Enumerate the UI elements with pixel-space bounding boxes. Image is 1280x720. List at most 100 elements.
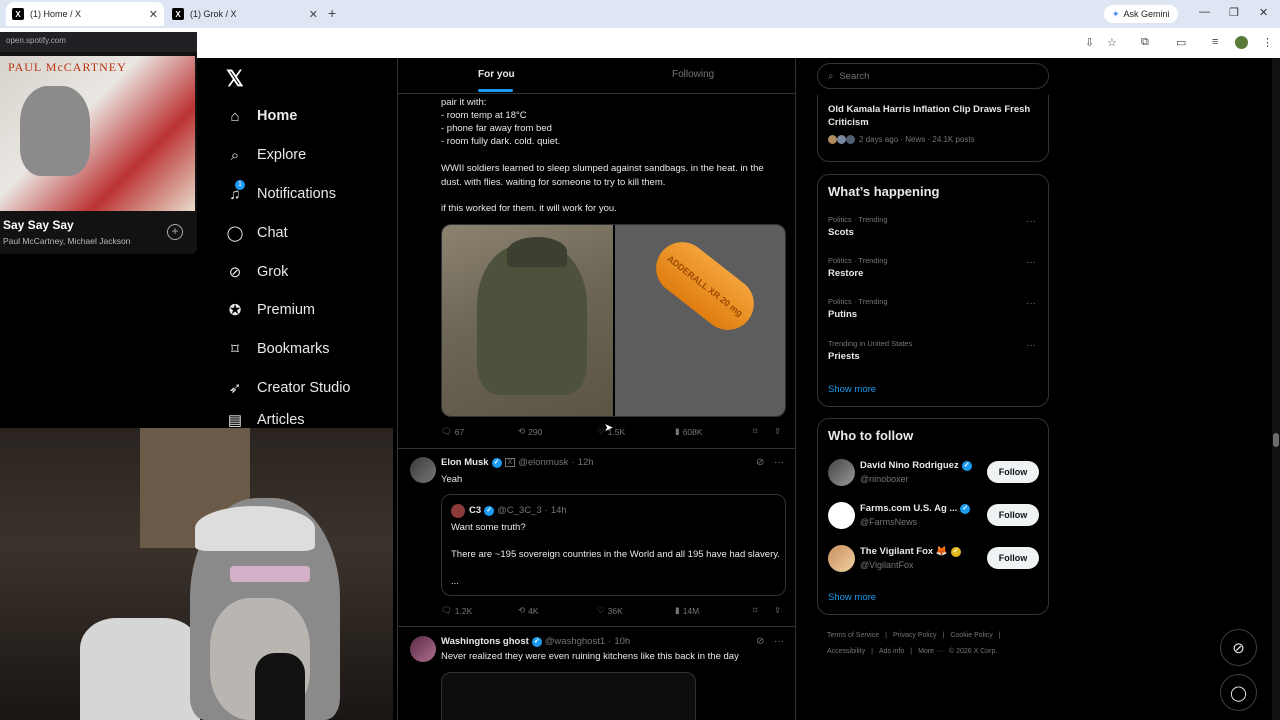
avatar[interactable] [828, 545, 855, 572]
suggested-user-name[interactable]: David Nino Rodriguez ✓ [860, 460, 972, 471]
like-button[interactable]: ♡ 36K [597, 605, 623, 616]
nav-home[interactable]: ⌂ Home [226, 101, 297, 131]
show-more-link[interactable]: Show more [828, 384, 876, 395]
verified-icon: ✓ [531, 636, 542, 647]
footer-link[interactable]: Privacy Policy [893, 632, 937, 639]
extensions-icon[interactable]: ⧉ [1141, 36, 1149, 49]
avatar[interactable] [828, 459, 855, 486]
tab-home-x[interactable]: X (1) Home / X ✕ [6, 2, 164, 26]
star-icon[interactable]: ☆ [1107, 36, 1117, 49]
restore-icon[interactable]: ❐ [1229, 6, 1239, 19]
nav-explore[interactable]: ⌕ Explore [226, 140, 306, 170]
footer-link[interactable]: Terms of Service [827, 632, 879, 639]
more-icon[interactable]: ··· [1026, 216, 1036, 227]
scrollbar-thumb[interactable] [1273, 433, 1279, 447]
quoted-post[interactable]: C3 ✓ @C_3C_3 · 14h Want some truth? Ther… [441, 494, 786, 596]
nav-label: Home [257, 108, 298, 124]
share-button[interactable]: ⇪ [774, 426, 781, 437]
footer-link[interactable]: More ··· [918, 648, 943, 655]
tab-grok-x[interactable]: X (1) Grok / X ✕ [166, 2, 324, 26]
nav-grok[interactable]: ⊘ Grok [226, 257, 289, 287]
tab-label: (1) Home / X [30, 9, 82, 19]
footer-link[interactable]: Ads info [879, 648, 904, 655]
footer-link[interactable]: Accessibility [827, 648, 865, 655]
tab-following[interactable]: Following [672, 69, 714, 80]
nav-premium[interactable]: ✪ Premium [226, 295, 315, 325]
minimize-icon[interactable]: — [1199, 6, 1210, 18]
close-icon[interactable]: ✕ [149, 8, 158, 21]
nav-creator-studio[interactable]: ➶ Creator Studio [226, 373, 351, 403]
views-button[interactable]: ▮ 608K [675, 426, 703, 437]
follow-button[interactable]: Follow [987, 547, 1039, 569]
repost-button[interactable]: ⟲ 4K [518, 605, 539, 616]
user-name-text: Farms.com U.S. Ag ... [860, 503, 958, 514]
views-button[interactable]: ▮ 14M [675, 605, 699, 616]
album-art-portrait [20, 86, 90, 176]
post-text: Yeah [441, 474, 463, 485]
profile-avatar[interactable] [1235, 36, 1248, 49]
playlist-icon[interactable]: ≡ [1212, 36, 1218, 48]
x-logo-icon[interactable]: 𝕏 [226, 66, 244, 92]
tab-for-you[interactable]: For you [478, 69, 515, 80]
more-icon[interactable]: ··· [1026, 257, 1036, 268]
trend-name[interactable]: Putins [828, 309, 857, 320]
install-icon[interactable]: ⇩ [1085, 36, 1094, 49]
x-favicon-icon: X [12, 8, 24, 20]
post-media[interactable] [441, 672, 696, 720]
ask-gemini-button[interactable]: ✦ Ask Gemini [1104, 5, 1178, 23]
follow-button[interactable]: Follow [987, 461, 1039, 483]
post-media[interactable]: ADDERALL XR 20 mg [441, 224, 786, 417]
grok-icon[interactable]: ⊘ [756, 457, 764, 468]
grok-fab-button[interactable]: ⊘ [1220, 629, 1257, 666]
cast-icon[interactable]: ▭ [1176, 36, 1186, 49]
nav-notifications[interactable]: ♫ 1 Notifications [226, 179, 336, 209]
suggested-user-name[interactable]: The Vigilant Fox 🦊 ✓ [860, 546, 961, 557]
show-more-link[interactable]: Show more [828, 592, 876, 603]
more-icon[interactable]: ··· [774, 457, 784, 468]
close-window-icon[interactable]: ✕ [1259, 6, 1268, 19]
avatar[interactable] [828, 502, 855, 529]
media-image-soldier[interactable] [442, 225, 613, 416]
verified-icon: ✓ [950, 546, 961, 557]
share-button[interactable]: ⇪ [774, 605, 781, 616]
menu-icon[interactable]: ⋮ [1262, 36, 1273, 49]
user-name-text: David Nino Rodriguez [860, 460, 959, 471]
suggested-user-name[interactable]: Farms.com U.S. Ag ... ✓ [860, 503, 971, 514]
news-panel[interactable]: Old Kamala Harris Inflation Clip Draws F… [817, 95, 1049, 162]
new-tab-button[interactable]: + [328, 5, 336, 21]
avatar[interactable] [410, 636, 436, 662]
messages-fab-button[interactable]: ◯ [1220, 674, 1257, 711]
search-icon: ⌕ [828, 70, 834, 82]
close-icon[interactable]: ✕ [309, 8, 318, 21]
reply-icon: 🗨 [441, 605, 452, 615]
bookmark-icon: ⌑ [753, 605, 758, 615]
post-author[interactable]: Washingtons ghost ✓ @washghost1 · 10h [441, 636, 630, 647]
footer-link[interactable]: Cookie Policy [950, 632, 992, 639]
repost-button[interactable]: ⟲ 290 [518, 426, 542, 437]
post-author[interactable]: Elon Musk ✓ X @elonmusk · 12h [441, 457, 594, 468]
trend-name[interactable]: Scots [828, 227, 854, 238]
follow-button[interactable]: Follow [987, 504, 1039, 526]
avatar[interactable] [410, 457, 436, 483]
reply-button[interactable]: 🗨 1.2K [441, 605, 472, 616]
quote-text-paragraph: There are ~195 sovereign countries in th… [451, 549, 780, 560]
media-image-pill[interactable]: ADDERALL XR 20 mg [615, 225, 785, 416]
more-icon[interactable]: ··· [1026, 340, 1036, 351]
search-input[interactable]: ⌕ Search [817, 63, 1049, 89]
notification-badge: 1 [235, 180, 245, 190]
nav-articles[interactable]: ▤ Articles [226, 412, 305, 428]
nav-label: Explore [257, 147, 307, 163]
nav-chat[interactable]: ◯ Chat [226, 218, 288, 248]
add-to-library-button[interactable]: + [167, 224, 183, 240]
grok-icon[interactable]: ⊘ [756, 636, 764, 647]
reply-button[interactable]: 🗨 67 [441, 426, 464, 437]
mouse-cursor-icon: ➤ [604, 422, 614, 434]
bookmark-button[interactable]: ⌑ [753, 426, 757, 437]
bookmark-button[interactable]: ⌑ [753, 605, 757, 616]
trend-name[interactable]: Priests [828, 351, 860, 362]
scrollbar[interactable] [1272, 58, 1280, 720]
trend-name[interactable]: Restore [828, 268, 863, 279]
more-icon[interactable]: ··· [1026, 298, 1036, 309]
nav-bookmarks[interactable]: ⌑ Bookmarks [226, 334, 329, 364]
more-icon[interactable]: ··· [774, 636, 784, 647]
